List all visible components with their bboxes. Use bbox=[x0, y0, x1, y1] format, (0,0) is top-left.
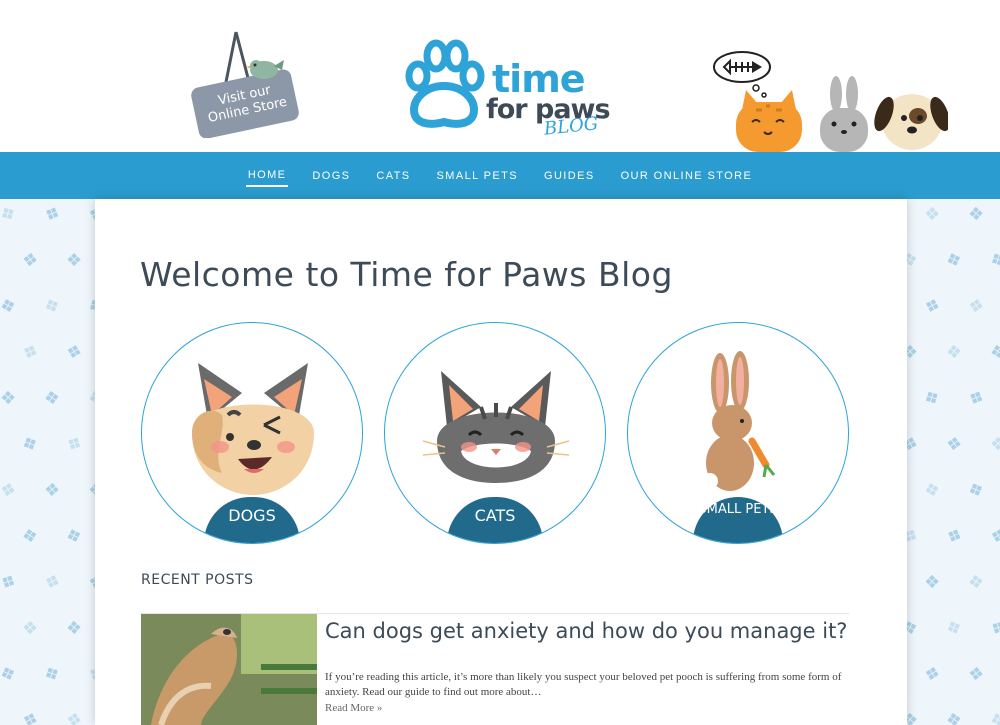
paw-print-icon: ❖ bbox=[40, 661, 64, 687]
post-excerpt: If you’re reading this article, it’s mor… bbox=[325, 671, 842, 698]
logo-time-text: time bbox=[492, 57, 586, 101]
paw-print-icon: ❖ bbox=[0, 478, 19, 502]
nav-item-home[interactable]: HOME bbox=[245, 165, 289, 187]
paw-print-icon: ❖ bbox=[63, 340, 85, 364]
paw-print-icon: ❖ bbox=[66, 250, 83, 270]
category-dogs[interactable]: DOGS bbox=[141, 322, 363, 544]
paw-print-icon: ❖ bbox=[20, 524, 40, 548]
paw-print-icon: ❖ bbox=[21, 617, 39, 639]
paw-print-icon: ❖ bbox=[966, 294, 986, 318]
paw-print-icon: ❖ bbox=[986, 247, 1000, 273]
paw-print-icon: ❖ bbox=[20, 249, 40, 271]
paw-print-icon: ❖ bbox=[964, 477, 988, 503]
grey-rabbit-icon bbox=[820, 76, 868, 152]
pets-illustration bbox=[708, 48, 950, 152]
paw-print-icon: ❖ bbox=[943, 247, 966, 273]
category-cats[interactable]: CATS bbox=[384, 322, 606, 544]
paw-print-icon: ❖ bbox=[987, 708, 1000, 725]
category-small-pets[interactable]: SMALL PETS bbox=[627, 322, 849, 544]
paw-print-icon: ❖ bbox=[944, 708, 964, 725]
paw-print-icon: ❖ bbox=[18, 431, 42, 457]
category-small-pets-label: SMALL PETS bbox=[693, 497, 783, 543]
puppy-icon bbox=[874, 94, 950, 150]
paw-print-icon: ❖ bbox=[40, 293, 64, 319]
paw-print-icon: ❖ bbox=[942, 523, 966, 549]
site-header: Visit our Online Store time for paws BLO… bbox=[0, 0, 1000, 152]
paw-print-icon: ❖ bbox=[942, 615, 966, 641]
paw-print-icon: ❖ bbox=[0, 201, 21, 227]
content-card: Welcome to Time for Paws Blog DOGS CATS … bbox=[95, 199, 907, 725]
paw-print-icon: ❖ bbox=[964, 385, 988, 411]
paw-print-icon: ❖ bbox=[923, 571, 941, 593]
paw-print-icon: ❖ bbox=[0, 569, 20, 595]
orange-cat-icon bbox=[736, 90, 802, 152]
paw-print-icon: ❖ bbox=[967, 203, 985, 225]
nav-item-dogs[interactable]: DOGS bbox=[310, 166, 352, 186]
paw-print-icon: ❖ bbox=[920, 385, 944, 411]
page-title: Welcome to Time for Paws Blog bbox=[140, 255, 673, 294]
recent-posts-heading: RECENT POSTS bbox=[141, 572, 254, 588]
paw-print-icon: ❖ bbox=[966, 570, 986, 594]
site-logo[interactable]: time for paws BLOG bbox=[396, 38, 616, 142]
paw-print-icon: ❖ bbox=[923, 203, 941, 225]
nav-item-our-online-store[interactable]: OUR ONLINE STORE bbox=[619, 166, 755, 186]
paw-print-icon: ❖ bbox=[42, 386, 62, 410]
paw-print-icon: ❖ bbox=[944, 341, 964, 363]
paw-print-icon: ❖ bbox=[64, 708, 84, 725]
paw-print-icon: ❖ bbox=[65, 617, 83, 639]
paw-print-icon: ❖ bbox=[987, 340, 1000, 364]
paw-print-icon: ❖ bbox=[986, 615, 1000, 641]
paw-print-icon: ❖ bbox=[921, 478, 943, 502]
paw-print-icon: ❖ bbox=[0, 661, 20, 687]
post-thumbnail[interactable] bbox=[141, 614, 317, 725]
paw-print-icon: ❖ bbox=[40, 201, 64, 227]
logo-blog-text: BLOG bbox=[542, 113, 600, 140]
paw-print-icon: ❖ bbox=[944, 432, 964, 456]
paw-print-icon: ❖ bbox=[921, 662, 943, 686]
main-nav: HOME DOGS CATS SMALL PETS GUIDES OUR ONLINE S… bbox=[0, 152, 1000, 199]
dog-photo-icon bbox=[141, 614, 317, 725]
paw-print-icon: ❖ bbox=[41, 569, 63, 595]
paw-print-icon: ❖ bbox=[62, 431, 86, 457]
paw-print-icon: ❖ bbox=[63, 523, 85, 549]
nav-item-guides[interactable]: GUIDES bbox=[542, 166, 597, 186]
paw-print-icon: ❖ bbox=[966, 663, 986, 685]
paw-print-icon: ❖ bbox=[18, 339, 42, 365]
paw-print-icon: ❖ bbox=[987, 524, 1000, 548]
fish-thought-bubble-icon bbox=[713, 51, 771, 98]
visit-store-sign[interactable]: Visit our Online Store bbox=[190, 28, 302, 139]
paw-print-icon: ❖ bbox=[989, 433, 1000, 455]
paw-print-icon: ❖ bbox=[43, 479, 61, 501]
nav-item-small-pets[interactable]: SMALL PETS bbox=[435, 166, 520, 186]
paw-print-icon: ❖ bbox=[0, 387, 17, 409]
nav-item-cats[interactable]: CATS bbox=[374, 166, 412, 186]
paw-logo-icon bbox=[405, 39, 485, 128]
paw-print-icon: ❖ bbox=[0, 294, 19, 318]
read-more-link[interactable]: Read More » bbox=[325, 702, 382, 714]
paw-print-icon: ❖ bbox=[19, 708, 41, 725]
paw-print-icon: ❖ bbox=[921, 294, 943, 318]
post-title-link[interactable]: Can dogs get anxiety and how do you mana… bbox=[325, 619, 865, 643]
